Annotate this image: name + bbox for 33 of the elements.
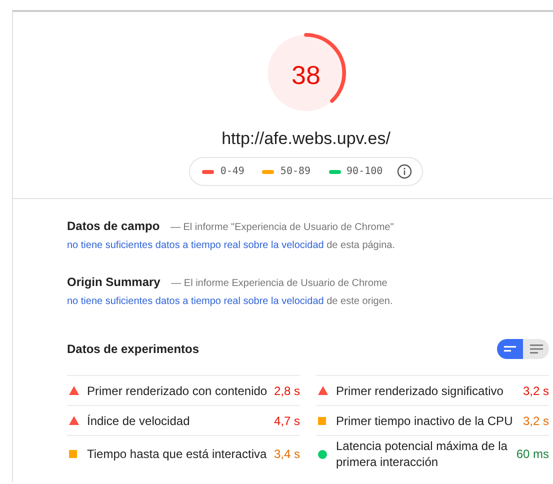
warning-triangle-icon [69,386,79,395]
list-icon [530,344,542,354]
metric-value: 4,7 s [274,414,300,428]
metric-name: Primer tiempo inactivo de la CPU [336,412,514,428]
section-description: Datos de campo — El informe "Experiencia de Usuario de Chrome" no tiene suficientes datos a tiempo real sobre la velocidad de esta página. [67,218,396,253]
section-title: Datos de experimentos [67,342,200,356]
lines-icon [504,345,516,353]
legend-label: 90-100 [346,166,383,177]
metric-name: Tiempo hasta que está interactiva [87,446,268,462]
info-icon[interactable] [396,164,412,179]
warning-triangle-icon [318,386,328,395]
legend-label: 0-49 [220,166,244,177]
link[interactable]: no tiene suficientes datos a tiempo real sobre la velocidad [67,296,324,307]
metric-name: Latencia potencial máxima de la primera interacción [336,438,508,470]
metric-value: 60 ms [516,447,549,461]
square-icon [318,416,326,424]
legend-label: 50-89 [280,166,311,177]
circle-icon [318,450,327,458]
score-value: 38 [292,60,320,91]
metric-value: 3,2 s [522,414,549,428]
metric-name: Primer renderizado significativo [336,382,504,398]
metric-name: Primer renderizado con contenido [87,382,268,398]
square-icon [69,450,77,458]
view-toggle-button[interactable] [523,339,549,359]
metric-name: Índice de velocidad [87,412,191,428]
link[interactable]: no tiene suficientes datos a tiempo real sobre la velocidad [67,240,324,251]
warning-triangle-icon [69,416,79,425]
metric-value: 2,8 s [274,384,300,398]
view-toggle-button[interactable] [497,339,523,359]
metric-value: 3,2 s [522,384,549,398]
page-url: http://afe.webs.upv.es/ [222,129,390,149]
section-description: Origin Summary — El informe Experiencia de Usuario de Chrome no tiene suficientes datos a tiempo real sobre la velocidad de este origen. [67,274,394,309]
metric-value: 3,4 s [274,447,300,461]
